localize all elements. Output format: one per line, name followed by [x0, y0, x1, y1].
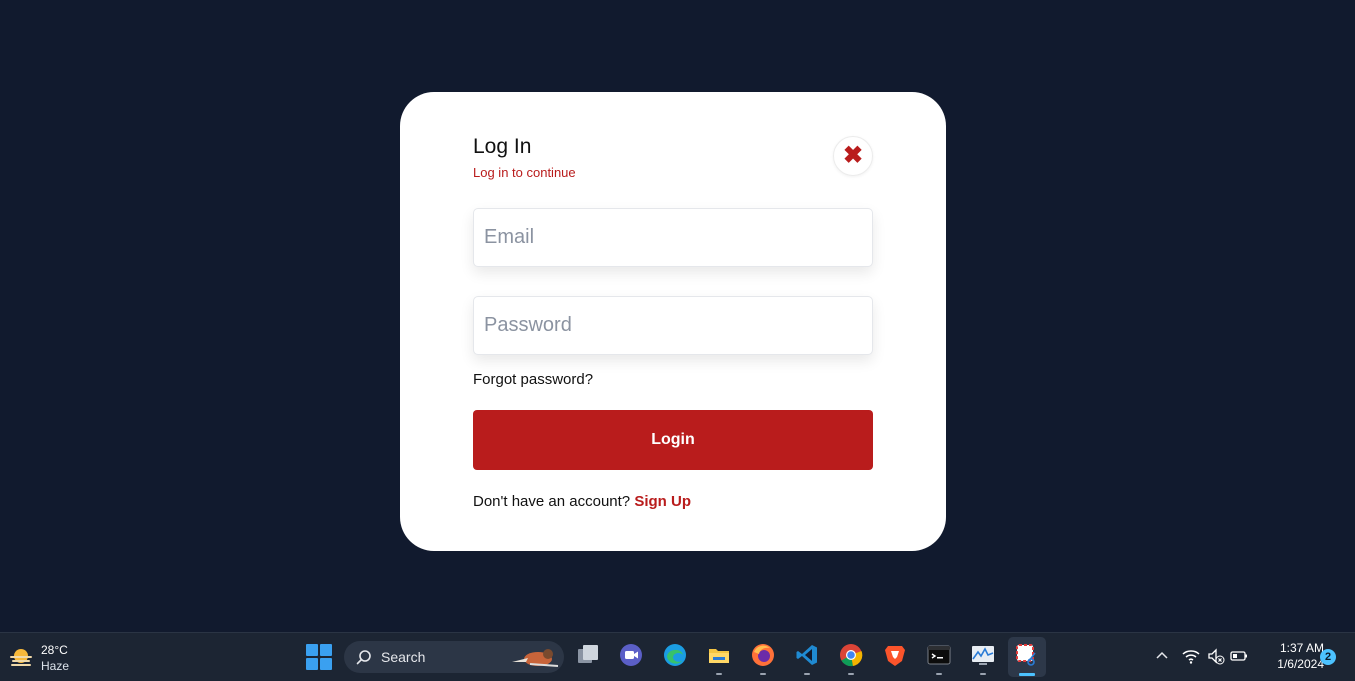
taskbar-app-brave[interactable] — [879, 639, 911, 675]
email-field[interactable] — [474, 209, 872, 266]
clock-time: 1:37 AM — [1279, 641, 1324, 655]
modal-subtitle: Log in to continue — [473, 165, 576, 180]
terminal-icon — [927, 645, 951, 665]
taskbar-app-file-explorer[interactable] — [703, 639, 735, 675]
chevron-up-icon[interactable] — [1154, 648, 1170, 664]
active-indicator — [1019, 673, 1035, 676]
running-indicator — [980, 673, 986, 675]
email-field-wrapper — [473, 208, 873, 267]
search-highlight-bird-icon — [512, 649, 559, 667]
login-button[interactable]: Login — [473, 410, 873, 470]
taskbar-app-task-view[interactable] — [572, 639, 604, 675]
taskbar: 28°C Haze Search 1:37 AM 1/6/2024 2 — [0, 632, 1355, 681]
running-indicator — [760, 673, 766, 675]
firefox-icon — [752, 644, 774, 666]
vscode-icon — [796, 645, 817, 665]
haze-sun-icon — [10, 649, 32, 666]
resource-monitor-icon — [972, 646, 994, 665]
snipping-tool-icon — [1016, 644, 1036, 666]
taskbar-app-monitor[interactable] — [967, 639, 999, 675]
search-icon — [356, 650, 371, 665]
brave-icon — [885, 646, 905, 666]
taskbar-app-chrome[interactable] — [835, 639, 867, 675]
battery-icon[interactable] — [1230, 647, 1248, 665]
taskbar-app-vscode[interactable] — [791, 639, 823, 675]
taskbar-app-snipping-tool[interactable] — [1008, 637, 1046, 677]
task-view-icon — [578, 645, 598, 663]
signup-link[interactable]: Sign Up — [634, 493, 691, 510]
running-indicator — [804, 673, 810, 675]
taskbar-app-firefox[interactable] — [747, 639, 779, 675]
notification-badge[interactable]: 2 — [1320, 649, 1336, 665]
folder-icon — [709, 649, 729, 663]
taskbar-app-edge[interactable] — [659, 639, 691, 675]
weather-temperature: 28°C — [41, 643, 68, 657]
signup-row: Don't have an account? Sign Up — [473, 493, 691, 510]
running-indicator — [716, 673, 722, 675]
wifi-icon[interactable] — [1182, 647, 1200, 665]
login-modal: Log In Log in to continue ✖ Forgot passw… — [400, 92, 946, 551]
running-indicator — [848, 673, 854, 675]
windows-logo-tile — [320, 658, 332, 670]
modal-title: Log In — [473, 135, 532, 158]
chrome-icon — [840, 644, 863, 667]
forgot-password-link[interactable]: Forgot password? — [473, 371, 593, 388]
edge-browser-icon — [664, 644, 686, 666]
signup-prompt: Don't have an account? — [473, 493, 631, 510]
close-button[interactable]: ✖ — [833, 136, 873, 176]
password-field[interactable] — [474, 297, 872, 354]
windows-logo-tile — [306, 658, 318, 670]
start-button[interactable] — [306, 644, 332, 670]
password-field-wrapper — [473, 296, 873, 355]
desktop-background: Log In Log in to continue ✖ Forgot passw… — [0, 0, 1355, 632]
clock-date: 1/6/2024 — [1277, 657, 1324, 671]
windows-logo-tile — [306, 644, 318, 656]
speaker-muted-icon[interactable] — [1207, 647, 1225, 665]
close-x-icon: ✖ — [842, 142, 864, 169]
taskbar-app-video-chat[interactable] — [615, 639, 647, 675]
taskbar-search[interactable]: Search — [344, 641, 564, 673]
weather-widget[interactable]: 28°C Haze — [8, 641, 88, 675]
taskbar-app-terminal[interactable] — [923, 639, 955, 675]
system-clock[interactable]: 1:37 AM 1/6/2024 — [1254, 641, 1324, 671]
windows-logo-tile — [320, 644, 332, 656]
search-label: Search — [381, 649, 426, 665]
weather-condition: Haze — [41, 659, 70, 673]
video-chat-icon — [620, 644, 642, 666]
running-indicator — [936, 673, 942, 675]
